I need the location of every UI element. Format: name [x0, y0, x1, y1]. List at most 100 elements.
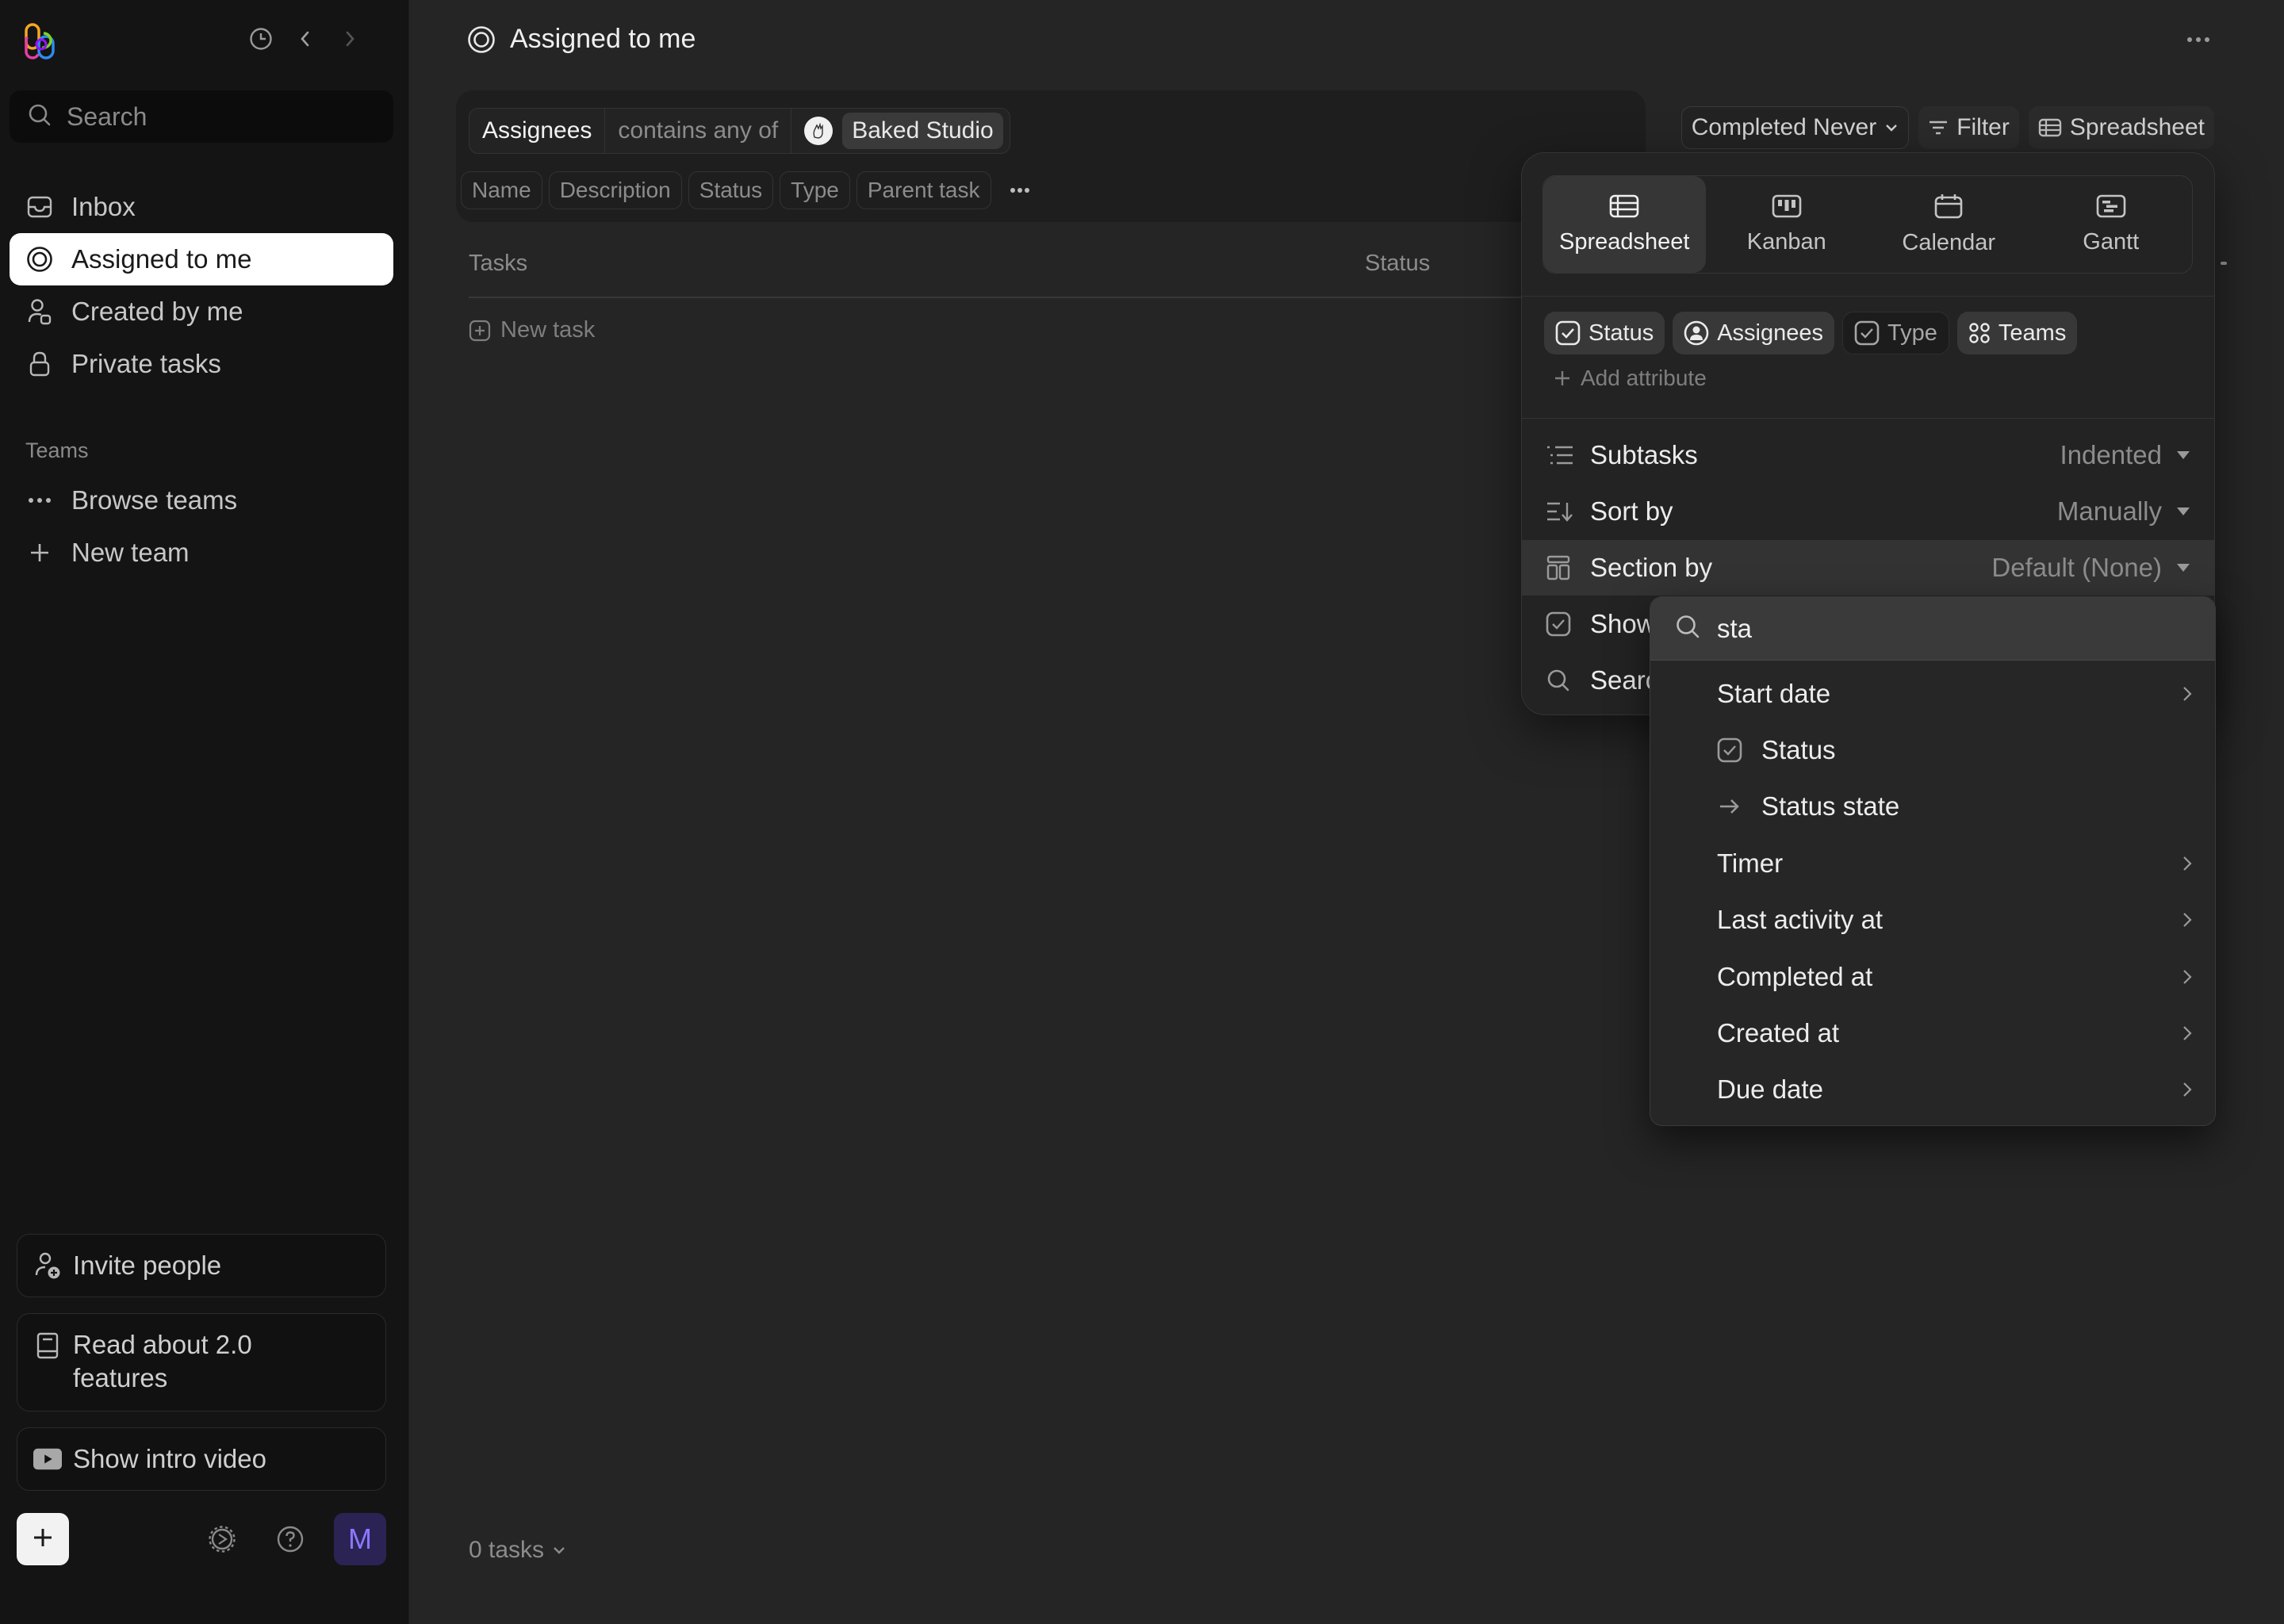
divider: [1522, 296, 2214, 297]
view-switcher-button[interactable]: Spreadsheet: [2028, 106, 2214, 149]
invite-people-label: Invite people: [73, 1251, 222, 1280]
table-icon: [1609, 194, 1639, 218]
sidebar-item-label: Inbox: [71, 192, 136, 221]
sidebar-nav: Inbox Assigned to me Created by me Priva…: [10, 181, 393, 390]
option-status-state[interactable]: Status state: [1650, 779, 2215, 835]
chevron-right-icon: [2182, 911, 2193, 929]
view-option-gantt[interactable]: Gantt: [2030, 176, 2193, 273]
scrollbar-thumb[interactable]: [2221, 262, 2227, 265]
view-option-calendar[interactable]: Calendar: [1868, 176, 2030, 273]
sidebar-search-input[interactable]: [67, 102, 368, 132]
sort-icon: [1546, 500, 1577, 523]
column-header-status[interactable]: Status: [1365, 251, 1430, 277]
view-option-spreadsheet[interactable]: Spreadsheet: [1543, 176, 1706, 273]
sidebar-item-browse-teams[interactable]: Browse teams: [10, 474, 393, 527]
column-chip-parent-task[interactable]: Parent task: [856, 171, 991, 209]
option-status[interactable]: Status: [1650, 722, 2215, 778]
sidebar-item-new-team[interactable]: New team: [10, 527, 393, 579]
back-chevron-left-icon[interactable]: [292, 25, 319, 52]
page-more-options-icon[interactable]: [2182, 29, 2214, 51]
view-toolbar: Completed Never Filter Spreadsheet: [1680, 106, 2214, 149]
option-start-date[interactable]: Start date: [1650, 665, 2215, 722]
search-icon: [1546, 668, 1577, 693]
filter-button[interactable]: Filter: [1918, 106, 2019, 149]
option-completed-at[interactable]: Completed at: [1650, 948, 2215, 1005]
chevron-down-icon: [1884, 123, 1899, 132]
view-switcher-label: Spreadsheet: [2069, 114, 2205, 140]
plus-icon: [25, 538, 54, 567]
option-label: Due date: [1717, 1074, 1823, 1105]
ellipsis-icon: [25, 486, 54, 515]
task-count-label: 0 tasks: [469, 1537, 545, 1563]
attribute-chip-label: Status: [1588, 320, 1654, 346]
user-avatar[interactable]: M: [334, 1513, 386, 1565]
option-value-dropdown[interactable]: Manually: [2057, 496, 2190, 527]
option-timer[interactable]: Timer: [1650, 835, 2215, 891]
sidebar-item-assigned-to-me[interactable]: Assigned to me: [10, 233, 393, 285]
sidebar-item-label: Browse teams: [71, 485, 238, 515]
filter-operator[interactable]: contains any of: [605, 109, 792, 153]
attribute-chip-teams[interactable]: Teams: [1956, 312, 2078, 354]
option-subtasks[interactable]: Subtasks Indented: [1522, 427, 2214, 483]
sidebar-item-created-by-me[interactable]: Created by me: [10, 285, 393, 338]
settings-gear-icon[interactable]: [207, 1524, 237, 1554]
sidebar-item-private-tasks[interactable]: Private tasks: [10, 338, 393, 390]
column-chip-name[interactable]: Name: [461, 171, 542, 209]
user-circle-icon: [1684, 320, 1709, 346]
view-type-switcher: Spreadsheet Kanban Calendar Gantt: [1542, 175, 2193, 274]
section-by-dropdown: Start date Status Status state Timer Las…: [1650, 596, 2216, 1126]
option-sort-by[interactable]: Sort by Manually: [1522, 484, 2214, 539]
option-last-activity-at[interactable]: Last activity at: [1650, 892, 2215, 948]
option-section-by[interactable]: Section by Default (None): [1522, 540, 2214, 596]
filter-attribute[interactable]: Assignees: [469, 109, 606, 153]
plus-square-icon: [469, 320, 491, 342]
column-chip-description[interactable]: Description: [548, 171, 682, 209]
read-about-features-button[interactable]: Read about 2.0 features: [17, 1313, 386, 1411]
invite-people-button[interactable]: Invite people: [17, 1234, 386, 1297]
history-clock-icon[interactable]: [247, 25, 274, 52]
sidebar-item-label: New team: [71, 538, 190, 567]
filter-value[interactable]: Baked Studio: [791, 109, 1009, 153]
section-by-search-input[interactable]: [1717, 613, 2161, 644]
attribute-chip-assignees[interactable]: Assignees: [1673, 312, 1835, 354]
forward-chevron-right-icon[interactable]: [336, 25, 363, 52]
add-attribute-button[interactable]: Add attribute: [1554, 366, 1707, 391]
app-logo-icon[interactable]: [24, 22, 57, 60]
create-button[interactable]: [17, 1513, 69, 1565]
attribute-chip-status[interactable]: Status: [1544, 312, 1665, 354]
option-value-dropdown[interactable]: Default (None): [1991, 553, 2190, 583]
column-chip-status[interactable]: Status: [688, 171, 774, 209]
chevron-right-icon: [2182, 1081, 2193, 1098]
section-by-search[interactable]: [1650, 597, 2215, 661]
plus-icon: [1554, 370, 1571, 387]
book-icon: [33, 1331, 62, 1360]
attribute-chip-type[interactable]: Type: [1842, 312, 1949, 354]
arrow-right-icon: [1717, 797, 1747, 816]
sidebar-search[interactable]: [10, 90, 393, 143]
lock-icon: [25, 350, 54, 378]
option-label: Sort by: [1590, 496, 1673, 526]
sidebar-item-label: Assigned to me: [71, 244, 252, 274]
help-icon[interactable]: [275, 1524, 305, 1554]
option-label: Status state: [1761, 791, 1900, 822]
more-columns-ellipsis-icon[interactable]: [1006, 176, 1034, 205]
caret-down-icon: [2176, 563, 2190, 573]
filter-condition[interactable]: Assignees contains any of Baked Studio: [469, 108, 1010, 154]
view-option-kanban[interactable]: Kanban: [1706, 176, 1868, 273]
chevron-right-icon: [2182, 1025, 2193, 1042]
option-created-at[interactable]: Created at: [1650, 1005, 2215, 1061]
user-icon: [25, 297, 54, 326]
list-indent-icon: [1546, 444, 1577, 466]
column-chip-type[interactable]: Type: [780, 171, 850, 209]
completed-filter-dropdown[interactable]: Completed Never: [1680, 106, 1910, 149]
sidebar-item-inbox[interactable]: Inbox: [10, 181, 393, 233]
show-intro-video-button[interactable]: Show intro video: [17, 1427, 386, 1491]
column-header-tasks[interactable]: Tasks: [469, 251, 527, 277]
option-label: Status: [1761, 735, 1836, 765]
option-due-date[interactable]: Due date: [1650, 1062, 2215, 1118]
option-value: Indented: [2060, 440, 2162, 469]
task-count-dropdown[interactable]: 0 tasks: [469, 1537, 566, 1564]
completed-filter-label: Completed Never: [1691, 114, 1877, 140]
option-value-dropdown[interactable]: Indented: [2060, 440, 2190, 470]
new-task-button[interactable]: New task: [469, 317, 595, 343]
